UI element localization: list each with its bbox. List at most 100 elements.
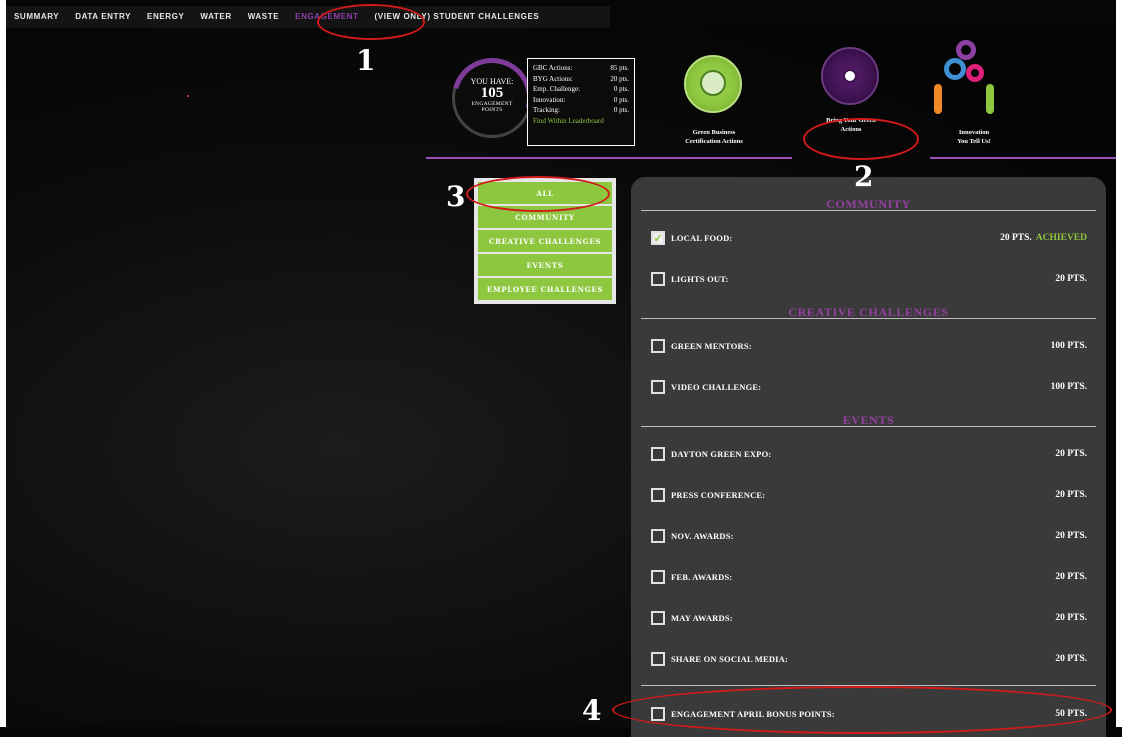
item-label: FEB. AWARDS:: [671, 572, 733, 582]
tab-data-entry[interactable]: DATA ENTRY: [67, 6, 139, 28]
score-display: YOU HAVE: 105 ENGAGEMENT POINTS: [452, 77, 532, 114]
tab-summary[interactable]: SUMMARY: [6, 6, 67, 28]
checkbox[interactable]: [651, 380, 665, 394]
breakdown-label: BYG Actions:: [533, 74, 573, 83]
points-unit-line2: POINTS: [481, 106, 503, 113]
breakdown-value: 0 pts.: [613, 85, 629, 93]
checkbox[interactable]: [651, 447, 665, 461]
gbc-label-line1: Green Business: [692, 129, 736, 136]
item-points: 100 PTS.: [1050, 341, 1087, 351]
item-points: 20 PTS.: [1055, 654, 1087, 664]
checkbox[interactable]: [651, 272, 665, 286]
section-divider: [641, 210, 1096, 211]
item-points: 20 PTS.: [1055, 613, 1087, 623]
item-label: GREEN MENTORS:: [671, 341, 752, 351]
breakdown-value: 0 pts.: [613, 95, 629, 104]
annotation-number: 3: [446, 180, 466, 213]
byg-center-dot-icon: [843, 69, 857, 83]
item-points: 20 PTS.: [1055, 531, 1087, 541]
checkbox[interactable]: [651, 529, 665, 543]
breakdown-value: 0 pts.: [613, 106, 629, 114]
tab-student-challenges[interactable]: (VIEW ONLY) STUDENT CHALLENGES: [367, 6, 548, 28]
tab-engagement[interactable]: ENGAGEMENT: [287, 6, 366, 28]
item-label: SHARE ON SOCIAL MEDIA:: [671, 654, 789, 664]
list-item: GREEN MENTORS: 100 PTS.: [651, 337, 1087, 355]
item-label: DAYTON GREEN EXPO:: [671, 449, 772, 459]
checkbox-checked[interactable]: ✓: [651, 231, 665, 245]
list-item: ✓ LOCAL FOOD: 20 PTS. ACHIEVED: [651, 229, 1087, 247]
gear-icon: [966, 64, 984, 82]
breakdown-row: GBC Actions: 85 pts.: [533, 63, 629, 74]
list-item: ENGAGEMENT APRIL BONUS POINTS: 50 PTS.: [651, 705, 1087, 723]
filter-events-button[interactable]: EVENTS: [478, 254, 612, 276]
breakdown-label: Emp. Challenge:: [533, 85, 581, 93]
filter-all-button[interactable]: ALL: [478, 182, 612, 204]
breakdown-row: Tracking: 0 pts.: [533, 105, 629, 116]
person-figure-icon: [986, 84, 994, 114]
breakdown-value: 85 pts.: [610, 64, 629, 72]
filter-panel: ALL COMMUNITY CREATIVE CHALLENGES EVENTS…: [474, 178, 616, 304]
innovation-label-line2: You Tell Us!: [957, 138, 991, 145]
item-points: 20 PTS.: [1055, 490, 1087, 500]
checkbox[interactable]: [651, 570, 665, 584]
tab-energy[interactable]: ENERGY: [139, 6, 192, 28]
breakdown-row: BYG Actions: 20 pts.: [533, 74, 629, 85]
item-points: 50 PTS.: [1055, 709, 1087, 719]
annotation-number: 4: [582, 694, 602, 727]
tab-water[interactable]: WATER: [192, 6, 239, 28]
item-points: 100 PTS.: [1050, 382, 1087, 392]
item-label: MAY AWARDS:: [671, 613, 733, 623]
leaderboard-link[interactable]: Find Within Leaderboard: [533, 116, 629, 127]
breakdown-row: Innovation: 0 pts.: [533, 95, 629, 106]
item-points: 20 PTS.: [1055, 274, 1087, 284]
breakdown-label: GBC Actions:: [533, 64, 573, 72]
frame-right: [1116, 0, 1122, 727]
innovation-label-line1: Innovation: [958, 129, 990, 136]
annotation-number: 2: [854, 160, 874, 193]
filter-creative-button[interactable]: CREATIVE CHALLENGES: [478, 230, 612, 252]
list-item: DAYTON GREEN EXPO: 20 PTS.: [651, 445, 1087, 463]
points-breakdown: GBC Actions: 85 pts. BYG Actions: 20 pts. …: [527, 58, 635, 146]
item-label: NOV. AWARDS:: [671, 531, 734, 541]
purple-divider: [426, 157, 792, 159]
item-points: 20 PTS.: [1000, 233, 1032, 243]
item-label: LIGHTS OUT:: [671, 274, 729, 284]
section-divider: [641, 318, 1096, 319]
checkbox[interactable]: [651, 339, 665, 353]
challenge-list-panel: COMMUNITY ✓ LOCAL FOOD: 20 PTS. ACHIEVED…: [631, 177, 1106, 737]
checkbox[interactable]: [651, 652, 665, 666]
stray-dot: [187, 95, 189, 97]
filter-employee-button[interactable]: EMPLOYEE CHALLENGES: [478, 278, 612, 300]
checkbox[interactable]: [651, 707, 665, 721]
gear-icon: [956, 40, 976, 60]
list-item: LIGHTS OUT: 20 PTS.: [651, 270, 1087, 288]
tab-waste[interactable]: WASTE: [240, 6, 287, 28]
byg-label-line1: Bring Your Green: [826, 117, 876, 124]
globe-icon: [700, 70, 726, 96]
section-divider: [641, 685, 1096, 686]
item-points: 20 PTS.: [1055, 449, 1087, 459]
annotation-number: 1: [356, 44, 376, 77]
top-nav: SUMMARY DATA ENTRY ENERGY WATER WASTE EN…: [6, 6, 610, 28]
gbc-label-line2: Certification Actions: [685, 138, 743, 145]
checkbox[interactable]: [651, 611, 665, 625]
item-label: LOCAL FOOD:: [671, 233, 733, 243]
breakdown-row: Emp. Challenge: 0 pts.: [533, 84, 629, 95]
item-label: VIDEO CHALLENGE:: [671, 382, 762, 392]
points-value: 105: [480, 85, 504, 102]
achieved-badge: ACHIEVED: [1035, 233, 1087, 243]
list-item: MAY AWARDS: 20 PTS.: [651, 609, 1087, 627]
list-item: VIDEO CHALLENGE: 100 PTS.: [651, 378, 1087, 396]
gear-icon: [944, 58, 966, 80]
purple-divider: [930, 157, 1116, 159]
item-label: PRESS CONFERENCE:: [671, 490, 766, 500]
byg-label-line2: Actions: [840, 126, 862, 133]
gbc-label[interactable]: Green Business Certification Actions: [676, 128, 752, 146]
list-item: SHARE ON SOCIAL MEDIA: 20 PTS.: [651, 650, 1087, 668]
innovation-label[interactable]: Innovation You Tell Us!: [934, 128, 1014, 146]
checkbox[interactable]: [651, 488, 665, 502]
section-divider: [641, 426, 1096, 427]
list-item: PRESS CONFERENCE: 20 PTS.: [651, 486, 1087, 504]
byg-label[interactable]: Bring Your Green Actions: [808, 116, 894, 134]
filter-community-button[interactable]: COMMUNITY: [478, 206, 612, 228]
